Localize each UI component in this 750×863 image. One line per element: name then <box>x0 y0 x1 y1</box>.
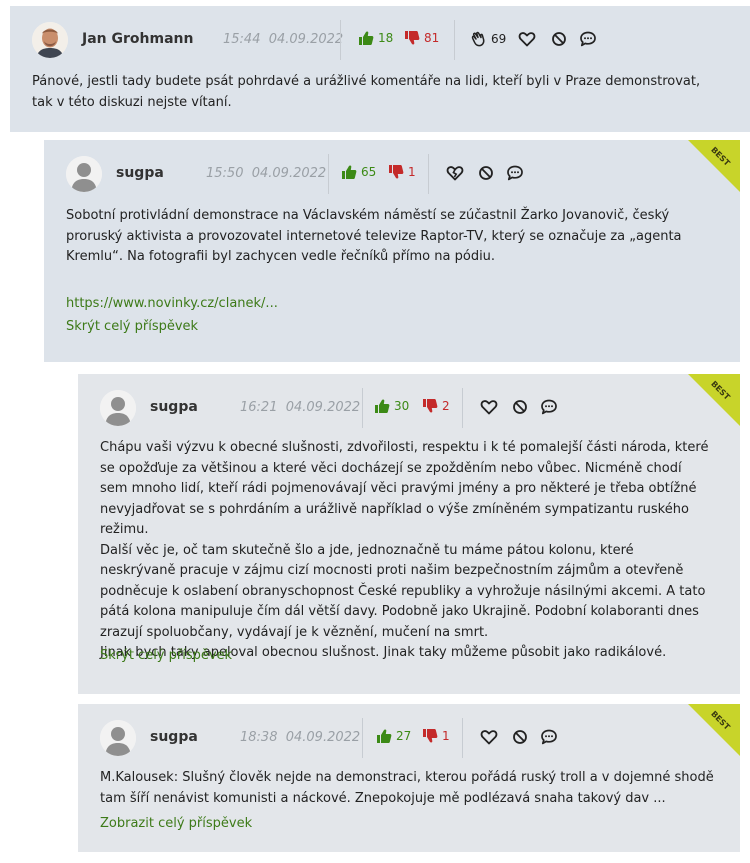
reply-bubble-icon[interactable] <box>506 164 524 182</box>
comment-text: Pánové, jestli tady budete psát pohrdavé… <box>32 74 701 110</box>
reply-bubble-icon[interactable] <box>579 30 597 48</box>
divider <box>340 20 341 60</box>
comment-header: sugpa 16:21 04.09.2022 30 2 <box>78 374 740 440</box>
heart-icon[interactable] <box>480 728 498 746</box>
timestamp: 15:50 04.09.2022 <box>206 166 326 181</box>
heart-icon[interactable] <box>480 398 498 416</box>
like-count: 27 <box>396 729 412 743</box>
thumbs-down-icon <box>422 728 438 744</box>
divider <box>462 718 463 758</box>
dislike-button[interactable]: 81 <box>404 30 439 46</box>
paragraph: Chápu vaši výzvu k obecné slušnosti, zdv… <box>100 440 709 537</box>
comment-header: sugpa 18:38 04.09.2022 27 1 <box>78 704 740 770</box>
thumbs-up-icon <box>374 398 390 414</box>
block-icon[interactable] <box>511 398 529 416</box>
user-photo-icon <box>32 22 68 58</box>
author-name[interactable]: Jan Grohmann <box>82 31 193 47</box>
timestamp: 15:44 04.09.2022 <box>223 32 343 47</box>
comment-text: M.Kalousek: Slušný člověk nejde na demon… <box>100 770 714 806</box>
timestamp: 18:38 04.09.2022 <box>240 730 360 745</box>
article-link-wrapper: https://www.novinky.cz/clanek/... <box>66 292 278 311</box>
hide-full-post-link[interactable]: Skrýt celý příspěvek <box>66 319 198 334</box>
thumbs-down-icon <box>422 398 438 414</box>
avatar[interactable] <box>32 22 68 58</box>
article-link[interactable]: https://www.novinky.cz/clanek/... <box>66 296 278 311</box>
like-button[interactable]: 27 <box>376 728 411 744</box>
dislike-count: 1 <box>442 729 450 743</box>
thumbs-up-icon <box>358 30 374 46</box>
thumbs-down-icon <box>404 30 420 46</box>
default-avatar-icon <box>100 390 136 426</box>
avatar[interactable] <box>100 390 136 426</box>
comment-date: 04.09.2022 <box>285 400 361 415</box>
comment-sugpa-2: sugpa 16:21 04.09.2022 30 2 BEST Chápu v… <box>78 374 740 694</box>
best-badge: BEST <box>688 374 740 426</box>
dislike-button[interactable]: 2 <box>422 398 450 414</box>
divider <box>454 20 455 60</box>
like-button[interactable]: 18 <box>358 30 393 46</box>
best-badge: BEST <box>688 140 740 192</box>
block-icon[interactable] <box>511 728 529 746</box>
best-badge: BEST <box>688 704 740 756</box>
dislike-button[interactable]: 1 <box>388 164 416 180</box>
comment-time: 15:44 <box>223 32 261 47</box>
comment-jan-grohmann: Jan Grohmann 15:44 04.09.2022 18 81 69 P… <box>10 6 750 132</box>
comment-header: sugpa 15:50 04.09.2022 65 1 <box>44 140 740 206</box>
heart-icon[interactable] <box>518 30 536 48</box>
reply-bubble-icon[interactable] <box>540 728 558 746</box>
avatar[interactable] <box>66 156 102 192</box>
applause-button[interactable]: 69 <box>469 30 506 48</box>
dislike-button[interactable]: 1 <box>422 728 450 744</box>
author-name[interactable]: sugpa <box>150 399 198 415</box>
comment-text: Sobotní protivládní demonstrace na Václa… <box>66 208 682 264</box>
author-name[interactable]: sugpa <box>150 729 198 745</box>
comment-sugpa-1: sugpa 15:50 04.09.2022 65 1 BEST Sobotní… <box>44 140 740 362</box>
like-count: 65 <box>361 165 377 179</box>
default-avatar-icon <box>66 156 102 192</box>
show-full-post-link[interactable]: Zobrazit celý příspěvek <box>100 816 252 831</box>
comment-date: 04.09.2022 <box>268 32 344 47</box>
comment-time: 16:21 <box>240 400 278 415</box>
timestamp: 16:21 04.09.2022 <box>240 400 360 415</box>
divider <box>428 154 429 194</box>
thumbs-up-icon <box>341 164 357 180</box>
like-button[interactable]: 30 <box>374 398 409 414</box>
like-button[interactable]: 65 <box>341 164 376 180</box>
divider <box>362 718 363 758</box>
avatar[interactable] <box>100 720 136 756</box>
thumbs-down-icon <box>388 164 404 180</box>
hide-full-post-link[interactable]: Skrýt celý příspěvek <box>100 648 232 663</box>
comment-text: Chápu vaši výzvu k obecné slušnosti, zdv… <box>100 438 710 664</box>
dislike-count: 1 <box>408 165 416 179</box>
comment-sugpa-3: sugpa 18:38 04.09.2022 27 1 BEST M.Kalou… <box>78 704 740 852</box>
broken-heart-icon[interactable] <box>446 164 464 182</box>
dislike-count: 81 <box>424 31 440 45</box>
block-icon[interactable] <box>477 164 495 182</box>
comment-date: 04.09.2022 <box>285 730 361 745</box>
divider <box>328 154 329 194</box>
divider <box>462 388 463 428</box>
like-count: 30 <box>394 399 410 413</box>
comment-time: 15:50 <box>206 166 244 181</box>
like-count: 18 <box>378 31 394 45</box>
reply-bubble-icon[interactable] <box>540 398 558 416</box>
applause-icon <box>469 30 487 48</box>
dislike-count: 2 <box>442 399 450 413</box>
default-avatar-icon <box>100 720 136 756</box>
divider <box>362 388 363 428</box>
comment-time: 18:38 <box>240 730 278 745</box>
paragraph: Další věc je, oč tam skutečně šlo a jde,… <box>100 542 706 640</box>
author-name[interactable]: sugpa <box>116 165 164 181</box>
comment-date: 04.09.2022 <box>251 166 327 181</box>
applause-count: 69 <box>491 32 507 46</box>
comment-header: Jan Grohmann 15:44 04.09.2022 18 81 69 <box>10 6 750 72</box>
block-icon[interactable] <box>550 30 568 48</box>
thumbs-up-icon <box>376 728 392 744</box>
